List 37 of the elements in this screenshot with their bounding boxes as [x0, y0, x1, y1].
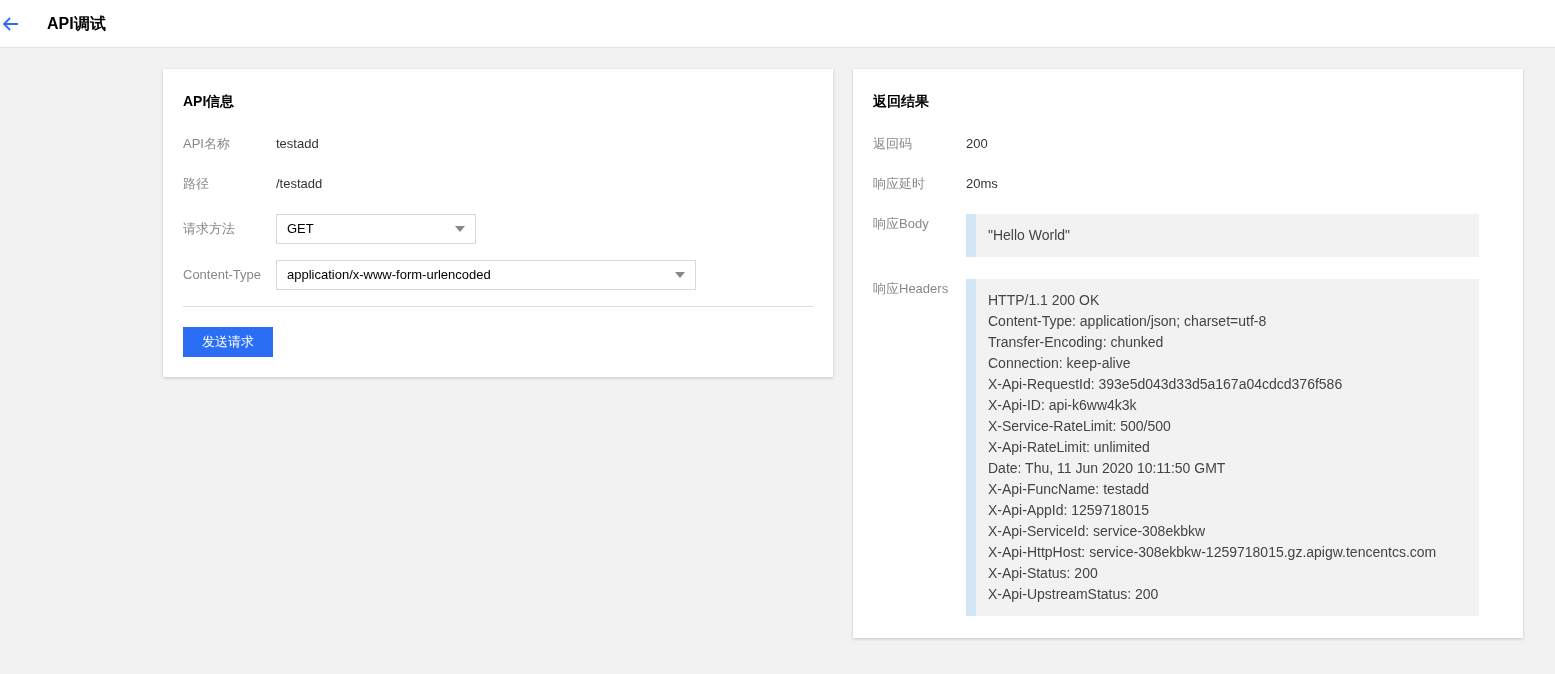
- caret-icon: [675, 272, 685, 278]
- code-line: X-Api-UpstreamStatus: 200: [988, 585, 1160, 604]
- code-line: X-Api-ServiceId: service-308ekbkw: [988, 522, 1207, 541]
- field-label: 请求方法: [183, 220, 236, 238]
- field-label: 路径: [183, 175, 210, 193]
- field-value: 20ms: [966, 175, 998, 193]
- field-value: testadd: [276, 135, 319, 153]
- send-request-button[interactable]: 发送请求: [183, 327, 273, 357]
- code-line: Content-Type: application/json; charset=utf-8: [988, 312, 1268, 331]
- select-field[interactable]: GET: [276, 214, 476, 244]
- field-label: 响应延时: [873, 175, 926, 193]
- select-field[interactable]: application/x-www-form-urlencoded: [276, 260, 696, 290]
- code-line: X-Api-FuncName: testadd: [988, 480, 1151, 499]
- page-title: API调试: [47, 13, 106, 34]
- back-arrow-icon[interactable]: [3, 16, 19, 31]
- caret-icon: [455, 226, 465, 232]
- field-label: 返回码: [873, 135, 913, 153]
- field-value: 200: [966, 135, 988, 153]
- code-line: Date: Thu, 11 Jun 2020 10:11:50 GMT: [988, 459, 1227, 478]
- field-label: 响应Headers: [873, 280, 950, 298]
- code-line: X-Api-RateLimit: unlimited: [988, 438, 1151, 457]
- code-line: "Hello World": [988, 226, 1072, 245]
- code-line: X-Service-RateLimit: 500/500: [988, 417, 1172, 436]
- field-label: Content-Type: [183, 266, 263, 284]
- field-label: 响应Body: [873, 215, 930, 233]
- code-line: Transfer-Encoding: chunked: [988, 333, 1165, 352]
- field-value: /testadd: [276, 175, 323, 193]
- card-title: 返回结果: [873, 92, 930, 111]
- card-title: API信息: [183, 92, 236, 111]
- code-line: X-Api-HttpHost: service-308ekbkw-1259718015.gz.apigw.tencentcs.com: [988, 543, 1438, 562]
- code-line: X-Api-ID: api-k6ww4k3k: [988, 396, 1138, 415]
- code-line: HTTP/1.1 200 OK: [988, 291, 1101, 310]
- code-line: X-Api-Status: 200: [988, 564, 1099, 583]
- field-label: API名称: [183, 135, 231, 153]
- code-line: Connection: keep-alive: [988, 354, 1132, 373]
- code-line: X-Api-RequestId: 393e5d043d33d5a167a04cdcd376f586: [988, 375, 1344, 394]
- code-line: X-Api-AppId: 1259718015: [988, 501, 1151, 520]
